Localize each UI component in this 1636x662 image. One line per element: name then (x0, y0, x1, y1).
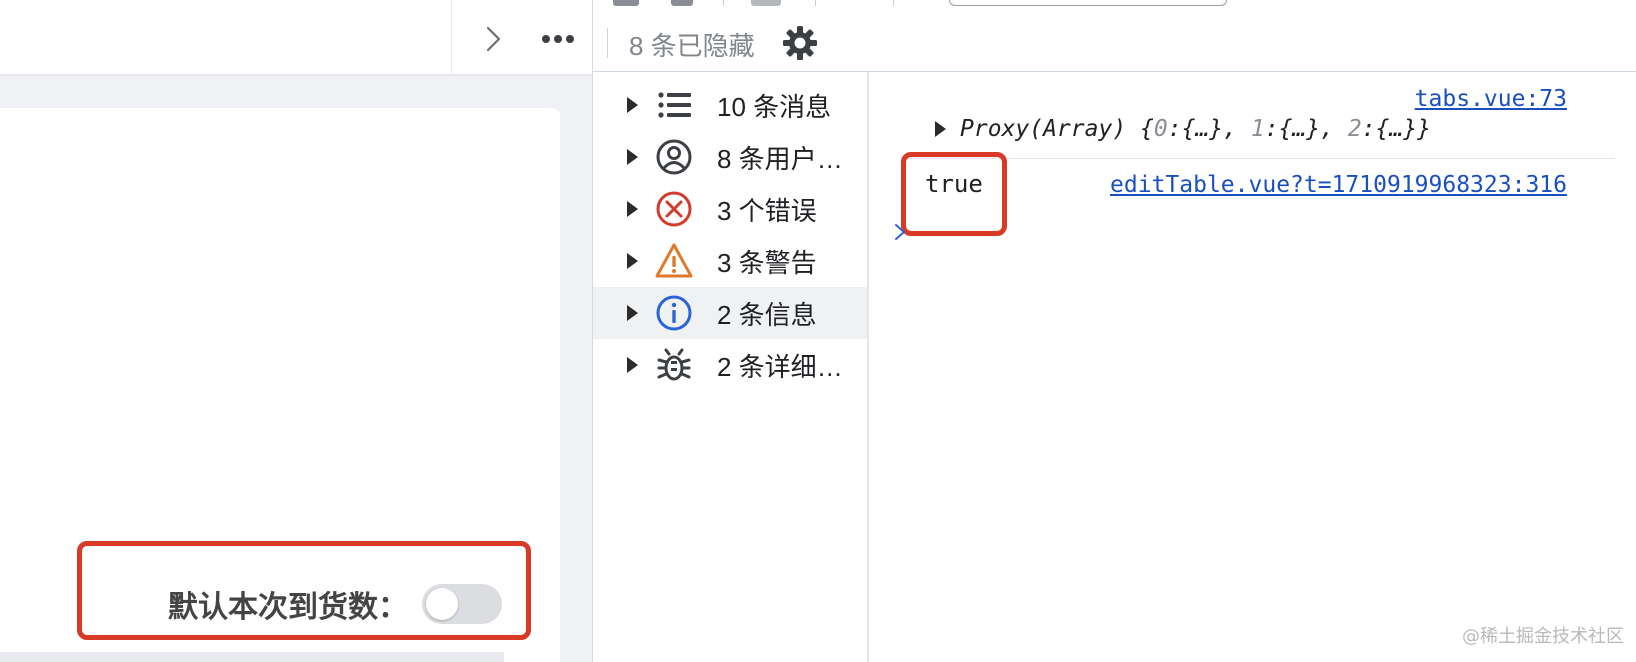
sidebar-item-warnings[interactable]: 3 条警告 (593, 235, 867, 287)
console-log-area: tabs.vue:73 Proxy(Array) { 0: {…}, 1: {…… (871, 72, 1636, 662)
error-icon (656, 191, 692, 227)
highlight-annotation-true (901, 152, 1007, 236)
sidebar-item-label: 2 条信息 (717, 299, 817, 330)
expand-arrow-icon[interactable] (627, 357, 638, 373)
hidden-count-label: 8 条已隐藏 (629, 31, 755, 61)
sidebar-item-label: 3 条警告 (717, 247, 817, 278)
app-panel: 默认本次到货数： (0, 0, 592, 662)
user-icon (656, 139, 692, 175)
sidebar-item-label: 2 条详细消息 (717, 351, 857, 382)
toolbar-separator (893, 0, 894, 6)
watermark: @稀土掘金技术社区 (1462, 626, 1624, 647)
expand-arrow-icon[interactable] (935, 121, 946, 137)
info-icon (656, 295, 692, 331)
toolbar-divider (607, 28, 608, 58)
filter-input[interactable] (949, 0, 1227, 6)
expand-arrow-icon[interactable] (627, 201, 638, 217)
sidebar-item-label: 8 条用户消息 (717, 143, 857, 174)
array-separator: : (1167, 116, 1182, 142)
array-separator: : (1361, 116, 1376, 142)
console-log-proxy-array[interactable]: Proxy(Array) { 0: {…}, 1: {…}, 2: {…} } (935, 116, 1431, 142)
toolbar-icon-fragment (751, 0, 781, 6)
array-value: {…} (1375, 116, 1418, 142)
expand-arrow-icon[interactable] (627, 97, 638, 113)
sidebar-item-label: 10 条消息 (717, 91, 832, 122)
array-index: 1 (1250, 116, 1265, 142)
toolbar-icon-fragment (671, 0, 693, 6)
expand-arrow-icon[interactable] (627, 305, 638, 321)
array-comma: , (1320, 116, 1348, 142)
toolbar-separator (815, 0, 816, 6)
sidebar-item-messages[interactable]: 10 条消息 (593, 79, 867, 131)
sidebar-item-user-messages[interactable]: 8 条用户消息 (593, 131, 867, 183)
chevron-right-icon[interactable] (478, 24, 508, 54)
expand-arrow-icon[interactable] (627, 149, 638, 165)
warning-icon (655, 243, 693, 278)
array-comma: , (1223, 116, 1251, 142)
proxy-prefix: Proxy(Array) { (960, 116, 1154, 142)
highlight-annotation-toggle (77, 541, 531, 640)
console-toolbar: 8 条已隐藏 (593, 0, 1636, 72)
more-icon[interactable] (540, 27, 576, 51)
source-link-tabs[interactable]: tabs.vue:73 (1415, 86, 1567, 112)
toolbar-top-fragment (593, 0, 1636, 8)
log-divider (907, 158, 1615, 159)
array-value: {…} (1181, 116, 1224, 142)
array-value: {…} (1278, 116, 1321, 142)
console-sidebar: 10 条消息 8 条用户消息 3 个错误 3 条警告 2 条信息 2 条详细消息 (593, 72, 869, 662)
proxy-suffix: } (1417, 116, 1431, 142)
console-prompt-icon[interactable] (891, 220, 909, 244)
devtools-panel: 8 条已隐藏 10 条消息 8 条用户消息 3 个错误 3 条警告 2 条信息 … (592, 0, 1636, 662)
topbar-divider (451, 0, 452, 76)
sidebar-item-errors[interactable]: 3 个错误 (593, 183, 867, 235)
array-index: 2 (1347, 116, 1362, 142)
array-separator: : (1264, 116, 1279, 142)
gear-icon[interactable] (781, 24, 819, 62)
expand-arrow-icon[interactable] (627, 253, 638, 269)
array-index: 0 (1153, 116, 1168, 142)
sidebar-item-verbose[interactable]: 2 条详细消息 (593, 339, 867, 391)
source-link-edit-table[interactable]: editTable.vue?t=1710919968323:316 (1110, 172, 1567, 198)
bug-icon (657, 348, 691, 381)
list-icon (658, 92, 691, 118)
toolbar-icon-fragment (613, 0, 639, 6)
card-bottom-strip (0, 652, 504, 662)
app-topbar (0, 0, 592, 76)
sidebar-item-label: 3 个错误 (717, 195, 817, 226)
toolbar-separator (723, 0, 724, 6)
sidebar-item-info[interactable]: 2 条信息 (593, 287, 867, 339)
